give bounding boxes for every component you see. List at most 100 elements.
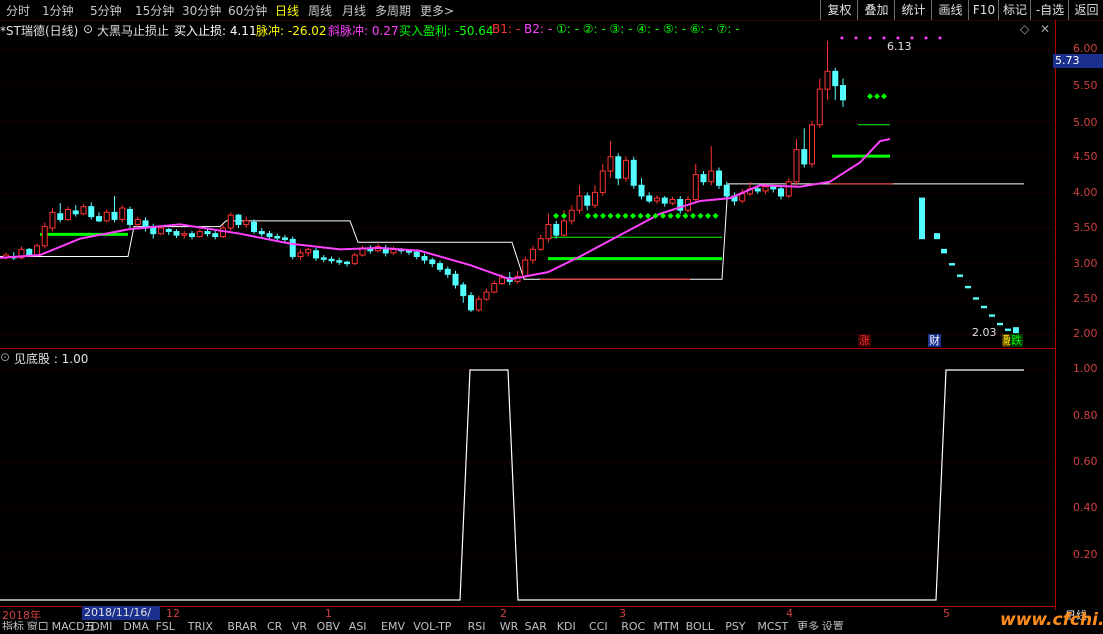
kline-chart[interactable] xyxy=(0,0,1103,630)
candle xyxy=(173,231,180,236)
lower-tick: 0.40 xyxy=(1073,501,1098,514)
candle xyxy=(320,257,327,260)
candle xyxy=(243,220,250,225)
candle xyxy=(708,170,715,183)
candle xyxy=(553,223,560,236)
candle xyxy=(336,260,343,263)
indicator-tab-24[interactable]: 更多 xyxy=(797,621,819,630)
candle xyxy=(973,297,979,300)
price-tick: 4.00 xyxy=(1073,186,1098,199)
candle xyxy=(127,208,133,225)
candle xyxy=(328,258,335,262)
die-marker[interactable]: 跌 xyxy=(1010,334,1023,347)
indicator-tab-14[interactable]: RSI xyxy=(468,621,486,630)
cai-marker[interactable]: 财 xyxy=(928,334,941,347)
candle xyxy=(460,284,467,297)
signal-dot xyxy=(840,36,844,40)
indicator-tab-19[interactable]: ROC xyxy=(621,621,645,630)
watermark: www.cfchi.com xyxy=(1000,610,1103,630)
candle xyxy=(584,195,591,206)
candle xyxy=(561,220,567,236)
lower-chevron-icon[interactable]: ⊙ xyxy=(0,350,10,364)
candle xyxy=(997,322,1003,326)
indicator-tab-2[interactable]: MACD xyxy=(52,621,85,630)
indicator-tab-4[interactable]: DMA xyxy=(123,621,149,630)
candle xyxy=(607,156,614,172)
candle xyxy=(344,261,350,265)
candle xyxy=(150,227,157,235)
indicator-tab-25[interactable]: 设置 xyxy=(822,621,844,630)
candle xyxy=(989,314,995,317)
candle xyxy=(522,259,529,277)
buy-diamond xyxy=(585,212,591,219)
candle xyxy=(545,223,552,240)
indicator-tab-23[interactable]: MCST xyxy=(757,621,788,630)
candle xyxy=(934,233,940,240)
indicator-tab-21[interactable]: BOLL xyxy=(686,621,714,630)
candle xyxy=(227,214,234,229)
candle xyxy=(111,211,118,220)
indicator-tab-3[interactable]: DMI xyxy=(91,621,112,630)
low-label: 2.03 xyxy=(972,326,997,339)
indicator-tabs: 指标 窗口 MACD DMI DMA FSL TRIX BRAR CR VR OBV ASI EMV VO… xyxy=(0,621,1103,630)
candle xyxy=(941,248,947,254)
candle xyxy=(282,237,288,240)
candle xyxy=(421,255,428,261)
indicator-tab-15[interactable]: WR xyxy=(500,621,519,630)
indicator-tab-12[interactable]: EMV xyxy=(381,621,405,630)
candle xyxy=(778,188,784,197)
candle xyxy=(475,298,482,311)
indicator-tab-22[interactable]: PSY xyxy=(725,621,745,630)
candle xyxy=(274,236,281,239)
candle xyxy=(754,188,761,192)
indicator-tab-7[interactable]: BRAR xyxy=(227,621,257,630)
indicator-tab-16[interactable]: SAR xyxy=(525,621,547,630)
price-tick: 5.00 xyxy=(1073,116,1098,129)
indicator-tab-11[interactable]: ASI xyxy=(349,621,367,630)
candle xyxy=(646,195,653,202)
x-label: 4 xyxy=(786,607,793,620)
indicator-tab-18[interactable]: CCI xyxy=(589,621,608,630)
lower-legend: 见底股 : 1.00 xyxy=(14,352,89,366)
indicator-tab-5[interactable]: FSL xyxy=(156,621,175,630)
bottom-signal-line xyxy=(0,369,1024,601)
candle xyxy=(41,226,48,247)
candle xyxy=(919,197,925,240)
candle xyxy=(26,248,33,256)
candle xyxy=(981,305,987,309)
buy-diamond xyxy=(667,212,674,219)
indicator-tab-6[interactable]: TRIX xyxy=(188,621,213,630)
candle xyxy=(88,206,95,218)
candle xyxy=(34,245,40,256)
signal-dot xyxy=(868,36,872,40)
candle xyxy=(716,170,722,186)
buy-diamond xyxy=(675,212,681,219)
buy-diamond xyxy=(697,212,704,219)
indicator-tab-0[interactable]: 指标 xyxy=(2,621,24,630)
buy-diamond xyxy=(881,93,887,100)
candle xyxy=(119,207,126,220)
buy-diamond xyxy=(592,212,599,219)
indicator-tab-1[interactable]: 窗口 xyxy=(27,621,49,630)
indicator-tab-17[interactable]: KDJ xyxy=(557,621,576,630)
indicator-tab-9[interactable]: VR xyxy=(292,621,307,630)
price-tick: 3.00 xyxy=(1073,257,1098,270)
candle xyxy=(189,233,195,238)
indicator-tab-10[interactable]: OBV xyxy=(317,621,340,630)
candle xyxy=(452,273,459,286)
candle xyxy=(809,124,815,165)
buy-diamond xyxy=(561,212,567,219)
signal-dot xyxy=(882,36,886,40)
zhang-marker[interactable]: 涨 xyxy=(858,334,871,347)
indicator-tab-8[interactable]: CR xyxy=(267,621,282,630)
price-tick: 2.00 xyxy=(1073,327,1098,340)
candle xyxy=(65,208,71,220)
candle xyxy=(266,233,273,238)
signal-dot xyxy=(938,36,942,40)
indicator-tab-13[interactable]: VOL-TP xyxy=(413,621,451,630)
candle xyxy=(669,199,676,204)
indicator-tab-20[interactable]: MTM xyxy=(653,621,679,630)
price-axis xyxy=(1055,20,1103,610)
buy-diamond xyxy=(712,212,719,219)
candle xyxy=(196,231,203,238)
